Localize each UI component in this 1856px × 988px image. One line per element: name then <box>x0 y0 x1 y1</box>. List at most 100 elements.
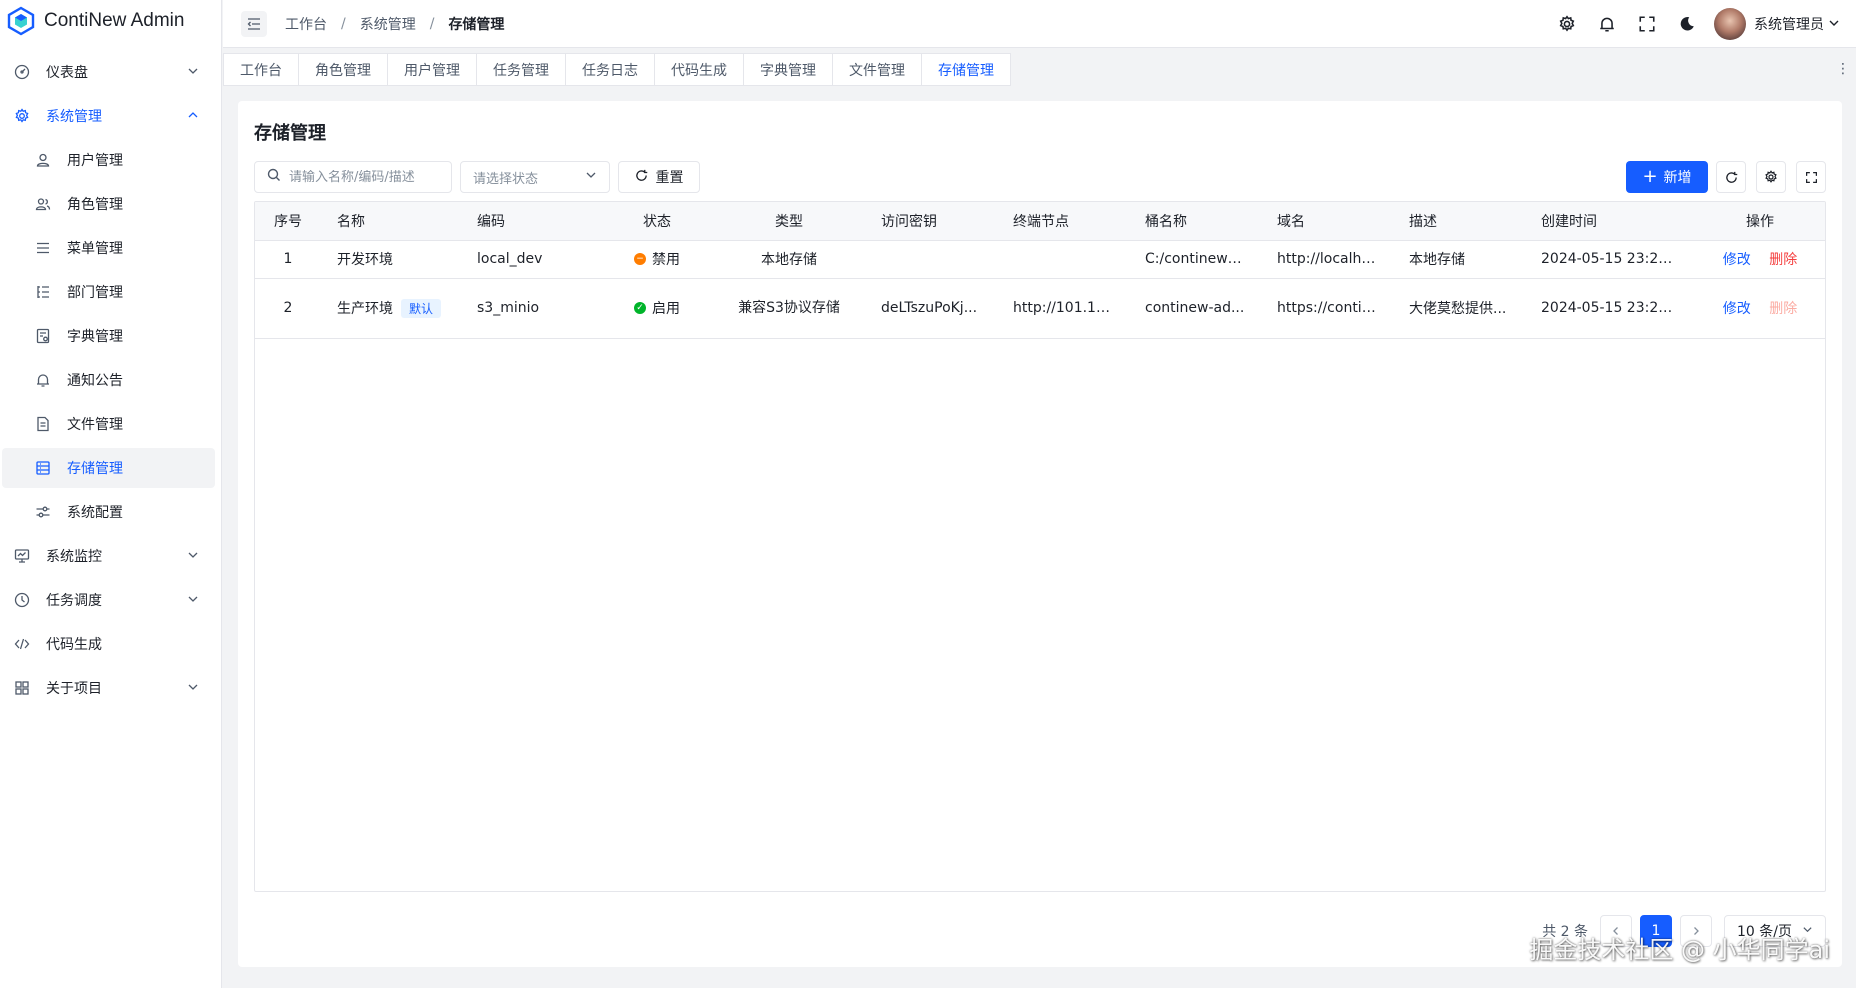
search-input[interactable] <box>289 169 439 185</box>
breadcrumb-item[interactable]: 工作台 <box>285 14 327 34</box>
sidebar-item-schedule[interactable]: 任务调度 <box>2 580 215 620</box>
tab-role[interactable]: 角色管理 <box>298 53 387 86</box>
edit-link[interactable]: 修改 <box>1723 252 1751 268</box>
breadcrumb-item[interactable]: 系统管理 <box>360 14 416 34</box>
tab-user[interactable]: 用户管理 <box>387 53 476 86</box>
sidebar-item-storage[interactable]: 存储管理 <box>2 448 215 488</box>
sidebar-item-codegen[interactable]: 代码生成 <box>2 624 215 664</box>
status-select[interactable]: 请选择状态 <box>460 161 610 193</box>
cell-created: 2024-05-15 23:29:42 <box>1525 278 1693 339</box>
cell-code: s3_minio <box>461 278 601 339</box>
table-fullscreen-button[interactable] <box>1796 161 1826 193</box>
column-header: 描述 <box>1393 202 1525 241</box>
user-icon <box>35 152 51 168</box>
cell-code: local_dev <box>461 240 601 279</box>
cell-status: ✓ 启用 <box>601 278 713 339</box>
sidebar-item-monitor[interactable]: 系统监控 <box>2 536 215 576</box>
users-icon <box>35 196 51 212</box>
add-button[interactable]: + 新增 <box>1626 161 1708 193</box>
gear-icon <box>1765 170 1777 183</box>
sidebar-item-dashboard[interactable]: 仪表盘 <box>2 52 215 92</box>
sidebar-item-about[interactable]: 关于项目 <box>2 668 215 708</box>
sidebar-item-role[interactable]: 角色管理 <box>2 184 215 224</box>
status-text: 启用 <box>652 301 680 317</box>
page-title: 存储管理 <box>254 123 326 144</box>
storage-icon <box>35 460 51 476</box>
tab-storage[interactable]: 存储管理 <box>921 53 1011 86</box>
collapse-sidebar-button[interactable] <box>241 10 267 37</box>
cell-name: 生产环境 默认 <box>321 278 461 339</box>
tab-codegen[interactable]: 代码生成 <box>654 53 743 86</box>
reset-button-label: 重置 <box>655 170 684 186</box>
app-logo[interactable]: ContiNew Admin <box>0 0 221 42</box>
bell-icon <box>35 372 51 388</box>
sidebar-item-label: 存储管理 <box>67 461 123 477</box>
user-avatar[interactable] <box>1714 8 1746 40</box>
page-tabs: 工作台 角色管理 用户管理 任务管理 任务日志 代码生成 字典管理 文件管理 存… <box>223 53 1856 86</box>
tab-task[interactable]: 任务管理 <box>476 53 565 86</box>
sidebar-item-label: 系统管理 <box>46 109 102 125</box>
app-name: ContiNew Admin <box>44 10 185 31</box>
sidebar-item-menu[interactable]: 菜单管理 <box>2 228 215 268</box>
sidebar-item-label: 仪表盘 <box>46 65 88 81</box>
sliders-icon <box>35 504 51 520</box>
sidebar-item-dict[interactable]: 字典管理 <box>2 316 215 356</box>
sidebar-item-user[interactable]: 用户管理 <box>2 140 215 180</box>
settings-icon[interactable] <box>1556 13 1578 35</box>
tab-file[interactable]: 文件管理 <box>832 53 921 86</box>
sidebar-item-label: 文件管理 <box>67 417 123 433</box>
sidebar-item-config[interactable]: 系统配置 <box>2 492 215 532</box>
tab-task-log[interactable]: 任务日志 <box>565 53 654 86</box>
sidebar-item-dept[interactable]: 部门管理 <box>2 272 215 312</box>
more-vertical-icon[interactable]: ⋮ <box>1836 61 1850 77</box>
sidebar-item-label: 通知公告 <box>67 373 123 389</box>
sidebar-item-file[interactable]: 文件管理 <box>2 404 215 444</box>
column-header: 名称 <box>321 202 461 241</box>
delete-link[interactable]: 删除 <box>1769 252 1797 268</box>
cell-index: 2 <box>255 278 321 339</box>
dashboard-icon <box>14 64 30 80</box>
cell-domain: http://localho... <box>1261 240 1393 279</box>
sidebar-item-notice[interactable]: 通知公告 <box>2 360 215 400</box>
fullscreen-icon[interactable] <box>1636 13 1658 35</box>
refresh-icon <box>1725 171 1737 183</box>
sidebar-item-system[interactable]: 系统管理 <box>2 96 215 136</box>
search-icon <box>267 168 281 186</box>
refresh-table-button[interactable] <box>1716 161 1746 193</box>
cell-index: 1 <box>255 240 321 279</box>
cell-type: 本地存储 <box>713 240 865 279</box>
cell-endpoint: http://101.126... <box>997 278 1129 339</box>
breadcrumb: 工作台 / 系统管理 / 存储管理 <box>285 14 504 34</box>
status-disabled-icon: − <box>634 253 646 265</box>
table-row: 1 开发环境 local_dev − 禁用 本地存储 C:/continew-.… <box>255 240 1825 279</box>
notification-bell-icon[interactable] <box>1596 13 1618 35</box>
dark-mode-moon-icon[interactable] <box>1676 13 1698 35</box>
chevron-up-icon <box>187 109 201 124</box>
chevron-down-icon <box>187 549 201 564</box>
column-header: 类型 <box>713 202 865 241</box>
cell-bucket: C:/continew-... <box>1129 240 1261 279</box>
content-card: 存储管理 请选择状态 重置 + 新增 <box>238 101 1842 967</box>
chevron-down-icon <box>585 169 597 185</box>
sidebar-item-label: 菜单管理 <box>67 241 123 257</box>
cell-access-key <box>865 240 997 279</box>
column-header: 访问密钥 <box>865 202 997 241</box>
plus-icon: + <box>1642 166 1658 187</box>
tab-dict[interactable]: 字典管理 <box>743 53 832 86</box>
header-actions: 系统管理员 <box>1538 0 1840 48</box>
sidebar-item-label: 角色管理 <box>67 197 123 213</box>
code-icon <box>14 636 30 652</box>
search-field[interactable] <box>254 161 452 193</box>
sidebar-item-label: 字典管理 <box>67 329 123 345</box>
gear-icon <box>14 108 30 124</box>
sidebar-item-label: 用户管理 <box>67 153 123 169</box>
edit-link[interactable]: 修改 <box>1723 301 1751 317</box>
user-name[interactable]: 系统管理员 <box>1754 14 1824 34</box>
reset-button[interactable]: 重置 <box>618 161 700 193</box>
sidebar-item-label: 部门管理 <box>67 285 123 301</box>
status-enabled-check-icon: ✓ <box>634 302 646 314</box>
chevron-down-icon[interactable] <box>1828 17 1840 32</box>
cell-domain: https://contin... <box>1261 278 1393 339</box>
column-settings-button[interactable] <box>1756 161 1786 193</box>
tab-workbench[interactable]: 工作台 <box>223 53 298 86</box>
